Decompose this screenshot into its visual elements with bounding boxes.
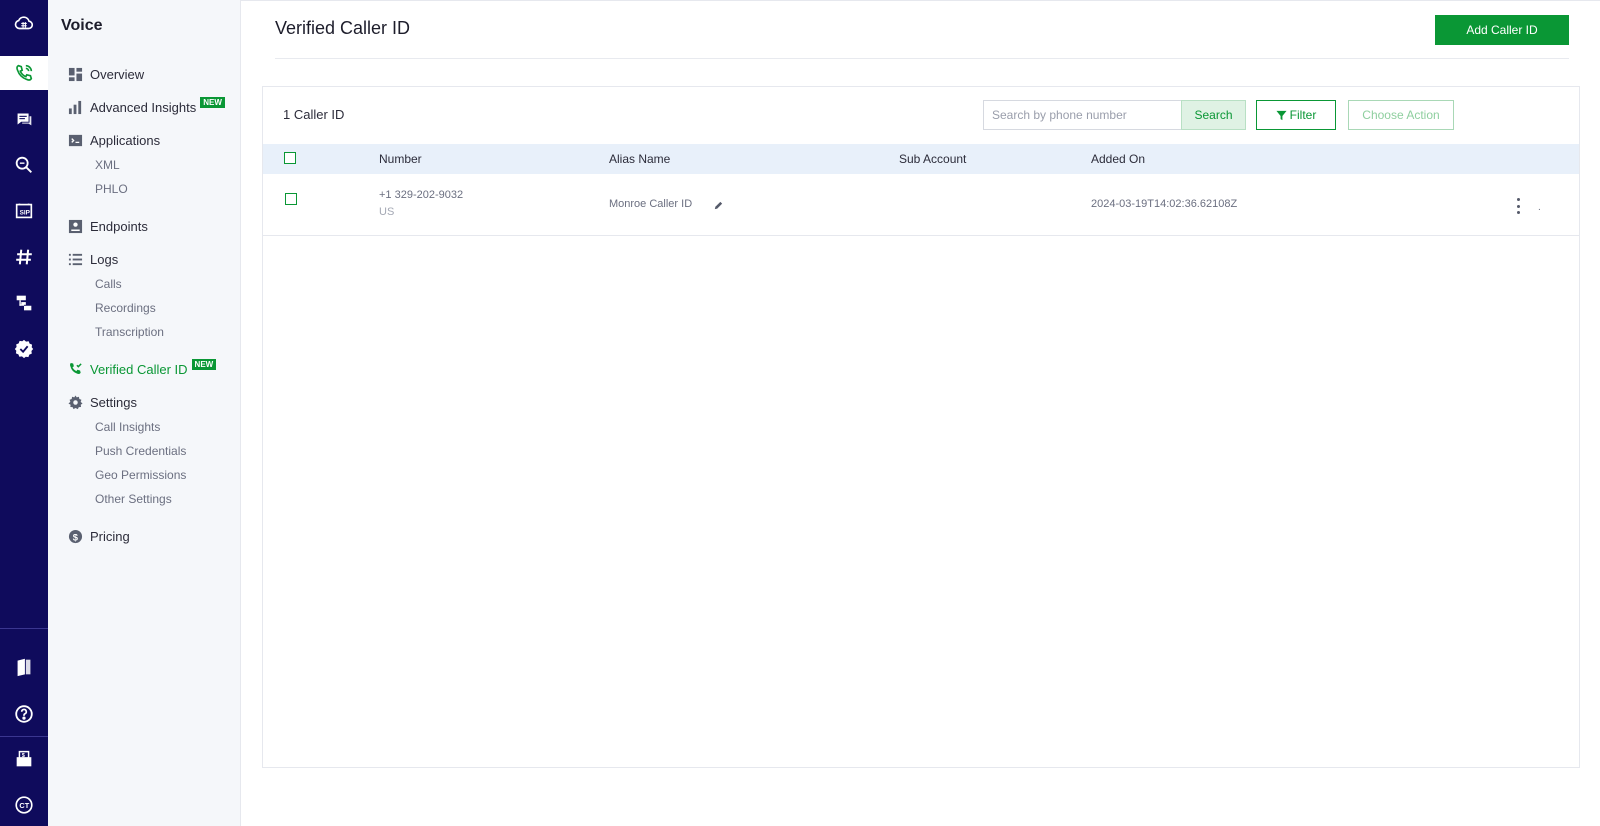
sidebar-subitem-recordings[interactable]: Recordings (95, 301, 156, 315)
row-trailing-mark: . (1538, 202, 1541, 213)
flow-icon[interactable] (0, 286, 48, 320)
caller-id-count: 1 Caller ID (283, 107, 345, 122)
new-badge: NEW (200, 96, 225, 108)
terminal-icon (68, 133, 83, 148)
billing-icon[interactable]: $ (0, 742, 48, 776)
lookup-icon[interactable] (0, 148, 48, 182)
dollar-icon: $ (68, 529, 83, 544)
svg-text:CT: CT (19, 801, 29, 810)
main-content: Verified Caller ID Add Caller ID 1 Calle… (241, 0, 1600, 826)
page-title: Verified Caller ID (275, 18, 411, 38)
sidebar-item-label: Endpoints (90, 218, 148, 234)
icon-rail: SIP $ CT (0, 0, 48, 826)
sidebar-subitem-calls[interactable]: Calls (95, 277, 122, 291)
hashtag-icon[interactable] (0, 240, 48, 274)
select-all-checkbox[interactable] (284, 152, 296, 164)
row-alias-name: Monroe Caller ID (609, 198, 693, 210)
sidebar-item-applications[interactable]: Applications (68, 130, 160, 150)
messaging-icon[interactable] (0, 102, 48, 136)
voice-sidebar: Voice Overview Advanced Insights NEW App… (48, 0, 241, 826)
dashboard-icon (68, 67, 83, 82)
sidebar-item-label: Logs (90, 251, 119, 267)
search-input[interactable] (983, 100, 1181, 130)
sidebar-subitem-push-credentials[interactable]: Push Credentials (95, 444, 186, 458)
table-header: Number Alias Name Sub Account Added On (263, 144, 1579, 174)
rail-divider (0, 736, 48, 737)
sidebar-item-label: Overview (90, 66, 145, 82)
bar-chart-icon (68, 100, 83, 115)
column-header-alias-name[interactable]: Alias Name (609, 152, 670, 166)
caller-id-card: 1 Caller ID Search Filter Choose Action … (262, 86, 1580, 768)
row-checkbox[interactable] (285, 193, 297, 205)
sidebar-item-endpoints[interactable]: Endpoints (68, 216, 148, 236)
sidebar-subitem-phlo[interactable]: PHLO (95, 182, 128, 196)
sidebar-item-label: Applications (90, 132, 161, 148)
endpoint-icon (68, 219, 83, 234)
cloud-logo-icon[interactable] (0, 6, 48, 40)
sidebar-title: Voice (61, 17, 103, 34)
filter-button[interactable]: Filter (1256, 100, 1336, 130)
filter-icon (1276, 110, 1287, 120)
sidebar-item-settings[interactable]: Settings (68, 392, 137, 412)
row-country: US (379, 206, 395, 218)
row-added-on: 2024-03-19T14:02:36.62108Z (1091, 198, 1238, 210)
sidebar-subitem-other-settings[interactable]: Other Settings (95, 492, 172, 506)
docs-icon[interactable] (0, 650, 48, 684)
title-divider (275, 58, 1569, 59)
filter-button-label: Filter (1289, 108, 1317, 122)
sidebar-item-label: Settings (90, 394, 137, 410)
verify-badge-icon[interactable] (0, 332, 48, 366)
help-icon[interactable] (0, 697, 48, 731)
sidebar-item-verified-caller-id[interactable]: Verified Caller ID NEW (68, 358, 217, 379)
new-badge: NEW (191, 358, 217, 370)
sidebar-subitem-transcription[interactable]: Transcription (95, 325, 164, 339)
gear-icon (68, 394, 83, 410)
svg-text:SIP: SIP (20, 210, 31, 217)
sidebar-item-pricing[interactable]: $ Pricing (68, 526, 130, 546)
sidebar-item-overview[interactable]: Overview (68, 64, 144, 84)
sidebar-item-label: Advanced Insights (90, 99, 197, 115)
row-number: +1 329-202-9032 (379, 189, 464, 201)
row-more-options-icon[interactable] (1513, 198, 1523, 214)
list-icon (68, 252, 83, 267)
search-button[interactable]: Search (1181, 100, 1246, 130)
phone-check-icon (68, 362, 83, 377)
account-icon[interactable]: CT (0, 788, 48, 822)
svg-text:$: $ (22, 753, 25, 759)
edit-alias-icon[interactable] (713, 200, 724, 211)
add-caller-id-button[interactable]: Add Caller ID (1435, 15, 1569, 45)
table-row: +1 329-202-9032 US Monroe Caller ID 2024… (263, 174, 1579, 236)
voice-icon[interactable] (0, 56, 48, 90)
sidebar-subitem-call-insights[interactable]: Call Insights (95, 420, 160, 434)
column-header-added-on[interactable]: Added On (1091, 152, 1145, 166)
choose-action-button[interactable]: Choose Action (1348, 100, 1454, 130)
sidebar-subitem-xml[interactable]: XML (95, 158, 120, 172)
column-header-number[interactable]: Number (379, 152, 422, 166)
sidebar-subitem-geo-permissions[interactable]: Geo Permissions (95, 468, 186, 482)
rail-divider (0, 628, 48, 629)
app: SIP $ CT Voice Overview Advanced Insight… (0, 0, 1600, 826)
sidebar-item-label: Verified Caller ID (90, 361, 188, 377)
column-header-sub-account[interactable]: Sub Account (899, 152, 966, 166)
sidebar-item-logs[interactable]: Logs (68, 249, 118, 269)
sip-icon[interactable]: SIP (0, 194, 48, 228)
svg-text:$: $ (73, 532, 79, 542)
sidebar-item-advanced-insights[interactable]: Advanced Insights NEW (68, 96, 225, 117)
sidebar-item-label: Pricing (90, 528, 130, 544)
